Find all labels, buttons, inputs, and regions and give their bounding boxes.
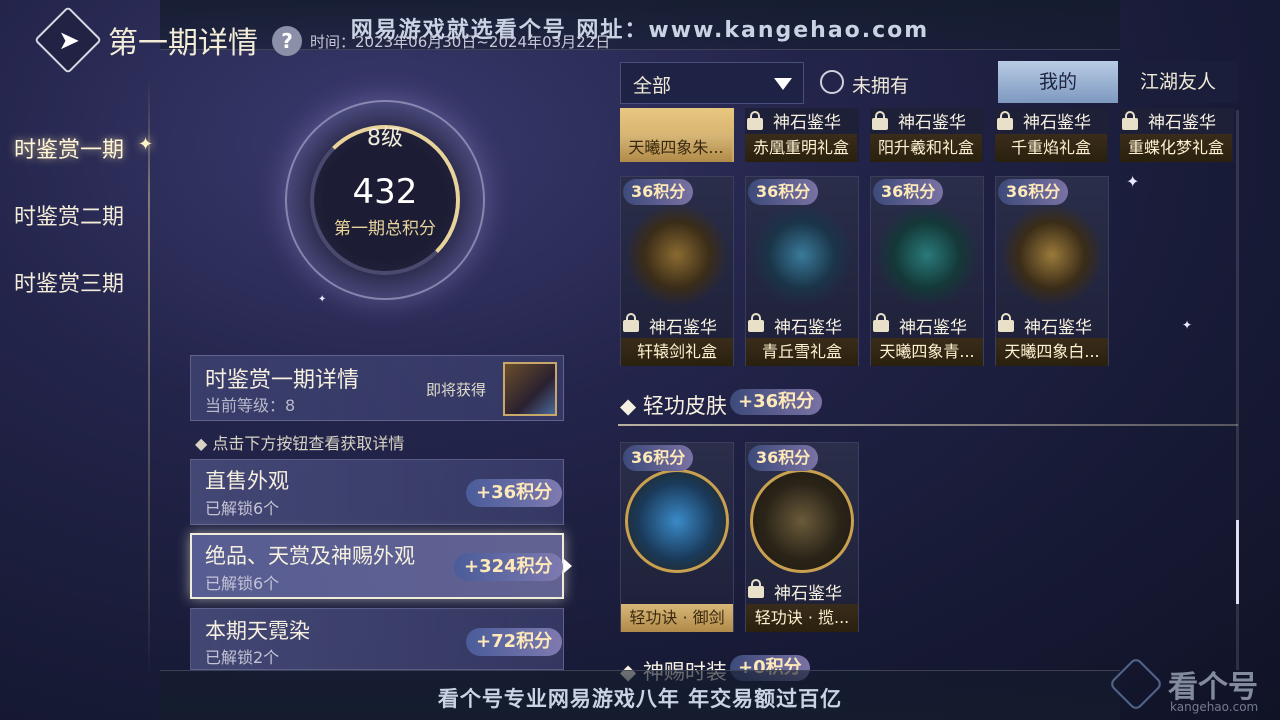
hint-text: ◆ 点击下方按钮查看获取详情 <box>195 434 405 453</box>
watermark-url: kangehao.com <box>1170 700 1259 714</box>
item-name: 天曦四象朱... <box>620 134 732 162</box>
points-badge: 36积分 <box>623 179 694 205</box>
item-card[interactable]: 36积分 神石鉴华 轻功诀 · 揽... <box>745 442 859 632</box>
item-name: 轻功诀 · 揽... <box>746 604 858 632</box>
points-badge: 36积分 <box>748 179 819 205</box>
page-title: 第一期详情 <box>108 26 258 61</box>
sidebar-item-period-3[interactable]: 时鉴赏三期 <box>14 266 124 298</box>
item-art <box>750 203 854 307</box>
back-icon[interactable]: ➤ <box>54 26 84 56</box>
lock-icon <box>997 111 1015 130</box>
item-card[interactable]: 神石鉴华 阳升羲和礼盒 <box>870 108 984 162</box>
item-name: 天曦四象青... <box>871 338 983 366</box>
section-title-qinggong: ◆ 轻功皮肤 <box>620 394 727 418</box>
top-banner: 网易游戏就选看个号 网址：www.kangehao.com <box>160 0 1120 50</box>
help-icon[interactable]: ? <box>272 26 302 56</box>
category-title: 本期天霓染 <box>205 619 310 643</box>
item-art <box>625 469 729 573</box>
lock-icon <box>748 313 766 332</box>
sparkle-icon: ✦ <box>1182 318 1193 332</box>
category-unlocked: 已解锁2个 <box>205 648 280 667</box>
current-level: 当前等级：8 <box>205 396 296 415</box>
item-tag: 神石鉴华 <box>898 113 966 133</box>
dropdown-arrow-icon[interactable] <box>774 78 792 90</box>
item-name: 轩辕剑礼盒 <box>621 338 733 366</box>
item-name: 千重焰礼盒 <box>995 134 1107 162</box>
not-owned-radio[interactable] <box>820 70 844 94</box>
item-tag: 神石鉴华 <box>1148 113 1216 133</box>
sidebar-item-period-1[interactable]: 时鉴赏一期 <box>14 132 124 164</box>
lock-icon <box>872 111 890 130</box>
item-card[interactable]: 36积分 轻功诀 · 御剑 <box>620 442 734 632</box>
lock-icon <box>873 313 891 332</box>
category-title: 绝品、天赏及神赐外观 <box>205 544 415 568</box>
item-tag: 神石鉴华 <box>899 318 967 338</box>
item-tag: 神石鉴华 <box>773 113 841 133</box>
bottom-banner-text: 看个号专业网易游戏八年 年交易额过百亿 <box>437 687 843 711</box>
points-badge: 36积分 <box>998 179 1069 205</box>
item-name: 青丘雪礼盒 <box>746 338 858 366</box>
item-tag: 神石鉴华 <box>774 584 842 604</box>
item-tag: 神石鉴华 <box>1023 113 1091 133</box>
category-title: 直售外观 <box>205 469 289 493</box>
item-card[interactable]: 36积分 神石鉴华 天曦四象青... <box>870 176 984 366</box>
item-card[interactable]: 天曦四象朱... <box>620 108 734 162</box>
upcoming-reward-thumbnail[interactable] <box>503 362 557 416</box>
period-time: 时间：2023年06月30日~2024年03月22日 <box>310 33 611 51</box>
item-name: 阳升羲和礼盒 <box>870 134 982 162</box>
item-name: 轻功诀 · 御剑 <box>621 604 733 632</box>
category-unlocked: 已解锁6个 <box>205 574 280 593</box>
sidebar-item-period-2[interactable]: 时鉴赏二期 <box>14 199 124 231</box>
category-points: +72积分 <box>466 628 563 656</box>
item-card[interactable]: 36积分 神石鉴华 天曦四象白... <box>995 176 1109 366</box>
item-card[interactable]: 神石鉴华 重蝶化梦礼盒 <box>1120 108 1234 162</box>
item-name: 赤凰重明礼盒 <box>745 134 857 162</box>
points-badge: 36积分 <box>748 445 819 471</box>
category-points: +36积分 <box>466 479 563 507</box>
sparkle-icon: ✦ <box>1126 172 1140 191</box>
section-divider <box>618 424 1238 426</box>
lock-icon <box>1122 111 1140 130</box>
points-badge: 36积分 <box>873 179 944 205</box>
lock-icon <box>998 313 1016 332</box>
lock-icon <box>623 313 641 332</box>
item-card[interactable]: 神石鉴华 千重焰礼盒 <box>995 108 1109 162</box>
item-art <box>875 203 979 307</box>
item-tag: 神石鉴华 <box>1024 318 1092 338</box>
top-banner-text: 网易游戏就选看个号 网址：www.kangehao.com <box>350 18 930 43</box>
item-card[interactable]: 神石鉴华 赤凰重明礼盒 <box>745 108 859 162</box>
sidebar-divider <box>148 80 150 680</box>
category-unlocked: 已解锁6个 <box>205 499 280 518</box>
item-art <box>750 469 854 573</box>
points-badge: 36积分 <box>623 445 694 471</box>
tab-friends[interactable]: 江湖友人 <box>1118 61 1238 103</box>
item-card[interactable]: 36积分 神石鉴华 青丘雪礼盒 <box>745 176 859 366</box>
selected-arrow-icon <box>564 559 572 573</box>
item-name: 天曦四象白... <box>996 338 1108 366</box>
bottom-banner: 看个号专业网易游戏八年 年交易额过百亿 <box>160 670 1120 720</box>
lock-icon <box>748 579 766 598</box>
item-art <box>625 203 729 307</box>
item-art <box>1000 203 1104 307</box>
not-owned-label[interactable]: 未拥有 <box>852 71 909 98</box>
item-tag: 神石鉴华 <box>774 318 842 338</box>
period-detail-title: 时鉴赏一期详情 <box>205 368 360 393</box>
active-star-icon: ✦ <box>138 134 154 155</box>
sparkle-icon: ✦ <box>318 294 327 305</box>
total-score: 432 <box>352 172 418 212</box>
tab-mine[interactable]: 我的 <box>998 61 1118 103</box>
lock-icon <box>747 111 765 130</box>
section-points: +36积分 <box>730 389 823 415</box>
item-name: 重蝶化梦礼盒 <box>1120 134 1232 162</box>
scrollbar-thumb[interactable] <box>1236 520 1239 604</box>
item-card[interactable]: 36积分 神石鉴华 轩辕剑礼盒 <box>620 176 734 366</box>
level-label: 8级 <box>367 126 403 151</box>
category-points: +324积分 <box>454 553 563 581</box>
upcoming-label: 即将获得 <box>426 381 487 399</box>
total-score-label: 第一期总积分 <box>334 219 436 239</box>
item-tag: 神石鉴华 <box>649 318 717 338</box>
